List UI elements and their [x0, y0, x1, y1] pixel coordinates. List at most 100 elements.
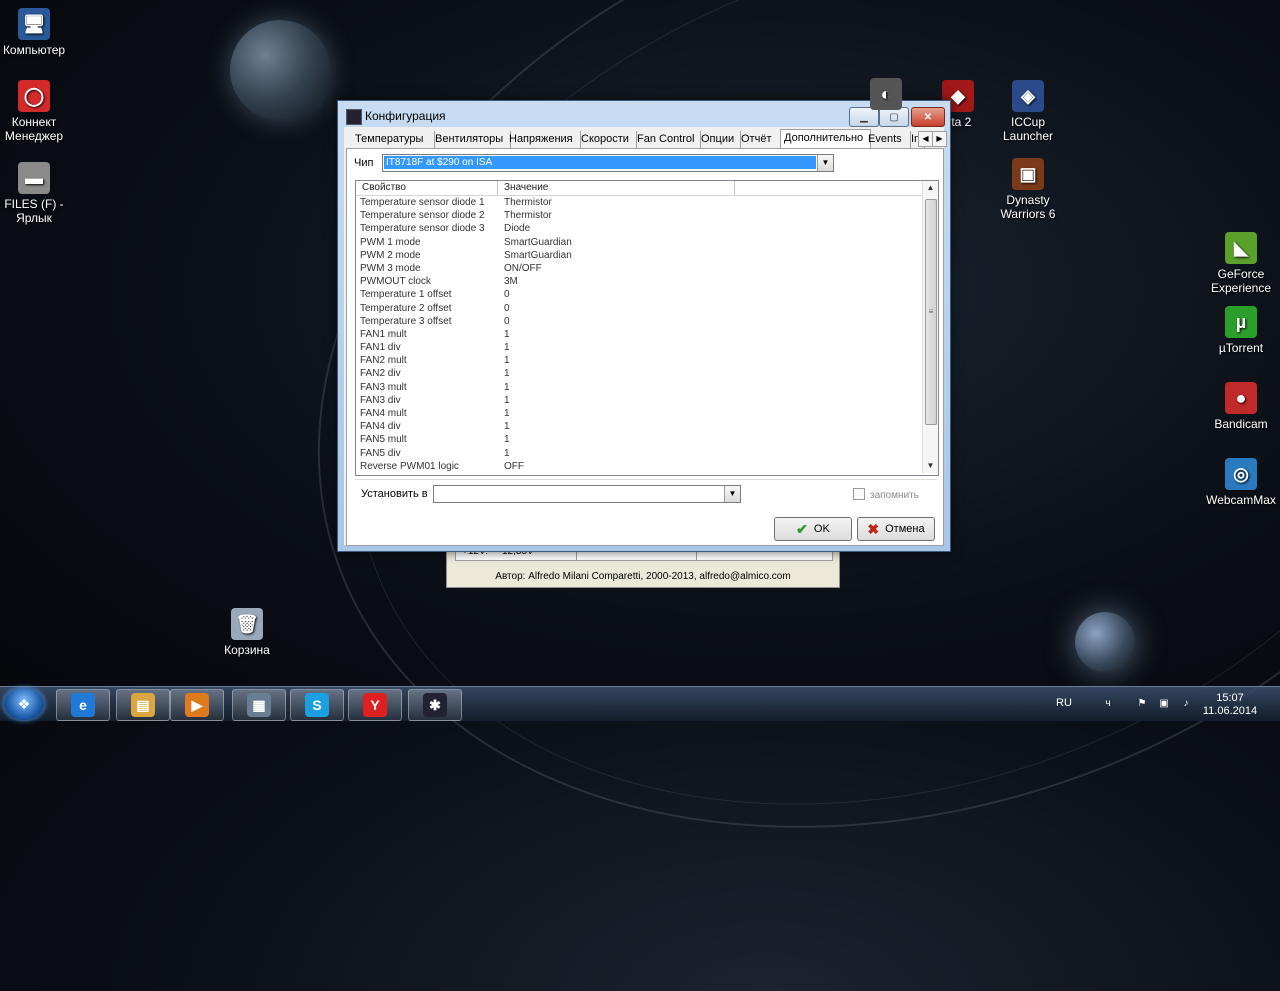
desktop-app-icon: µ	[1225, 306, 1257, 338]
desktop-icon[interactable]: ◎ WebcamMax	[1201, 458, 1280, 507]
table-row[interactable]: FAN4 mult 1	[356, 407, 922, 420]
taskbar-item-speedfan[interactable]: ✱	[408, 689, 462, 721]
taskbar-item-yandex[interactable]: Y	[348, 689, 402, 721]
property-name: Temperature 2 offset	[360, 302, 452, 314]
steam-icon: ◐	[870, 78, 902, 110]
property-value: 1	[504, 447, 510, 459]
chip-select[interactable]: IT8718F at $290 on ISA ▼	[382, 154, 834, 172]
taskbar-item-media-player[interactable]: ▶	[170, 689, 224, 721]
network-icon[interactable]: ▣	[1158, 698, 1170, 710]
keyboard-icon[interactable]: ч	[1102, 698, 1114, 710]
table-row[interactable]: Reverse PWM01 logic OFF	[356, 460, 922, 473]
cancel-button[interactable]: ✖ Отмена	[857, 517, 935, 541]
table-row[interactable]: Temperature sensor diode 1 Thermistor	[356, 196, 922, 209]
property-name: Temperature sensor diode 1	[360, 197, 485, 208]
table-row[interactable]: Temperature 1 offset 0	[356, 288, 922, 301]
table-row[interactable]: Temperature sensor diode 3 Diode	[356, 222, 922, 235]
scrollbar-thumb[interactable]: ≡	[925, 199, 937, 425]
taskbar-item-calculator[interactable]: ▦	[232, 689, 286, 721]
tab-scroll-right-icon[interactable]: ▶	[932, 131, 947, 147]
property-name: PWM 1 mode	[360, 236, 421, 248]
vertical-scrollbar[interactable]: ▲ ≡ ▼	[922, 181, 938, 473]
ok-button[interactable]: ✔ OK	[774, 517, 852, 541]
flag-icon[interactable]: ⚑	[1136, 698, 1148, 710]
table-row[interactable]: FAN1 mult 1	[356, 328, 922, 341]
desktop-icon-label: µTorrent	[1218, 341, 1264, 355]
table-row[interactable]: PWM 1 mode SmartGuardian	[356, 236, 922, 249]
tab[interactable]: Fan Control	[634, 131, 701, 148]
tab[interactable]: Вентиляторы	[432, 131, 511, 148]
chevron-down-icon[interactable]: ▼	[817, 155, 833, 171]
property-name: PWMOUT clock	[360, 276, 431, 288]
table-row[interactable]: PWM 3 mode ON/OFF	[356, 262, 922, 275]
desktop-icon[interactable]: ◣ GeForce Experience	[1201, 232, 1280, 295]
desktop-icon[interactable]: 🖥 Компьютер	[0, 8, 74, 57]
remember-checkbox[interactable]: запомнить	[853, 488, 919, 501]
tab[interactable]: Напряжения	[506, 131, 581, 148]
desktop-app-icon: 🖥	[18, 8, 50, 40]
desktop-icon[interactable]: µ µTorrent	[1201, 306, 1280, 355]
tab-scroll-left-icon[interactable]: ◀	[918, 131, 933, 147]
table-row[interactable]: Temperature 3 offset 0	[356, 315, 922, 328]
table-row[interactable]: FAN2 div 1	[356, 367, 922, 380]
set-value-select[interactable]: ▼	[433, 485, 741, 503]
property-name: FAN4 mult	[360, 408, 407, 419]
property-name: FAN5 div	[360, 447, 401, 459]
table-row[interactable]: FAN2 mult 1	[356, 354, 922, 367]
taskbar-item-explorer[interactable]: ▤	[116, 689, 170, 721]
tab[interactable]: Скорости	[578, 131, 637, 148]
table-row[interactable]: PWMOUT clock 3M	[356, 275, 922, 288]
desktop-icon[interactable]: ◈ ICCup Launcher	[988, 80, 1068, 143]
table-row[interactable]: FAN4 div 1	[356, 420, 922, 433]
start-button[interactable]: ❖	[4, 688, 44, 720]
tab[interactable]: Events	[865, 131, 911, 148]
property-value: 1	[504, 342, 510, 354]
checkmark-icon: ✔	[796, 520, 808, 537]
clock[interactable]: 15:07 11.06.2014	[1200, 692, 1260, 718]
checkbox-icon[interactable]	[853, 488, 865, 500]
table-row[interactable]: FAN5 mult 1	[356, 433, 922, 446]
tab[interactable]: Дополнительно	[780, 129, 871, 150]
desktop-icon-label: FILES (F) - Ярлык	[4, 197, 64, 225]
desktop-icon[interactable]: ▬ FILES (F) - Ярлык	[0, 162, 74, 225]
scroll-up-icon[interactable]: ▲	[923, 181, 938, 195]
property-value: Thermistor	[504, 210, 552, 222]
column-header-value[interactable]: Значение	[498, 181, 735, 195]
table-row[interactable]: FAN3 mult 1	[356, 381, 922, 394]
table-row[interactable]: Temperature sensor diode 2 Thermistor	[356, 209, 922, 222]
property-name: FAN1 mult	[360, 328, 407, 340]
property-name: Temperature sensor diode 2	[360, 210, 485, 222]
remember-label: запомнить	[870, 490, 919, 501]
set-panel: Установить в ▼ запомнить	[355, 479, 937, 508]
table-row[interactable]: Temperature 2 offset 0	[356, 302, 922, 315]
set-label: Установить в	[361, 488, 428, 500]
configuration-window[interactable]: Конфигурация ▁ ▢ ✕ Температуры Вентилятор…	[337, 100, 951, 552]
chevron-down-icon[interactable]: ▼	[724, 486, 740, 502]
properties-grid[interactable]: Свойство Значение Temperature sensor dio…	[355, 180, 939, 476]
desktop-app-icon: ▬	[18, 162, 50, 194]
desktop-app-icon: 🗑	[231, 608, 263, 640]
tab-strip: Температуры Вентиляторы Напряжения Скорости…	[346, 129, 947, 150]
tab[interactable]: Опции	[698, 131, 741, 148]
desktop-icon[interactable]: ▣ Dynasty Warriors 6	[988, 158, 1068, 221]
table-row[interactable]: FAN5 div 1	[356, 447, 922, 460]
scroll-down-icon[interactable]: ▼	[923, 459, 938, 473]
volume-icon[interactable]: ♪	[1180, 698, 1192, 710]
desktop-icon[interactable]: ● Bandicam	[1201, 382, 1280, 431]
table-row[interactable]: FAN3 div 1	[356, 394, 922, 407]
table-row[interactable]: PWM 2 mode SmartGuardian	[356, 249, 922, 262]
column-header-property[interactable]: Свойство	[356, 181, 498, 195]
desktop-icon[interactable]: ◯ Коннект Менеджер	[0, 80, 74, 143]
property-name: FAN5 mult	[360, 434, 407, 446]
table-row[interactable]: FAN1 div 1	[356, 341, 922, 354]
tab[interactable]: Отчёт	[738, 131, 783, 148]
desktop-icon[interactable]: ◐	[846, 78, 926, 113]
tab[interactable]: Температуры	[352, 131, 435, 148]
language-indicator[interactable]: RU	[1056, 697, 1072, 709]
property-value: 1	[504, 434, 510, 446]
desktop-icon[interactable]: 🗑 Корзина	[207, 608, 287, 657]
property-name: PWM 3 mode	[360, 262, 421, 274]
taskbar-item-skype[interactable]: S	[290, 689, 344, 721]
taskbar-item-internet-explorer[interactable]: e	[56, 689, 110, 721]
chip-select-value: IT8718F at $290 on ISA	[384, 156, 816, 169]
